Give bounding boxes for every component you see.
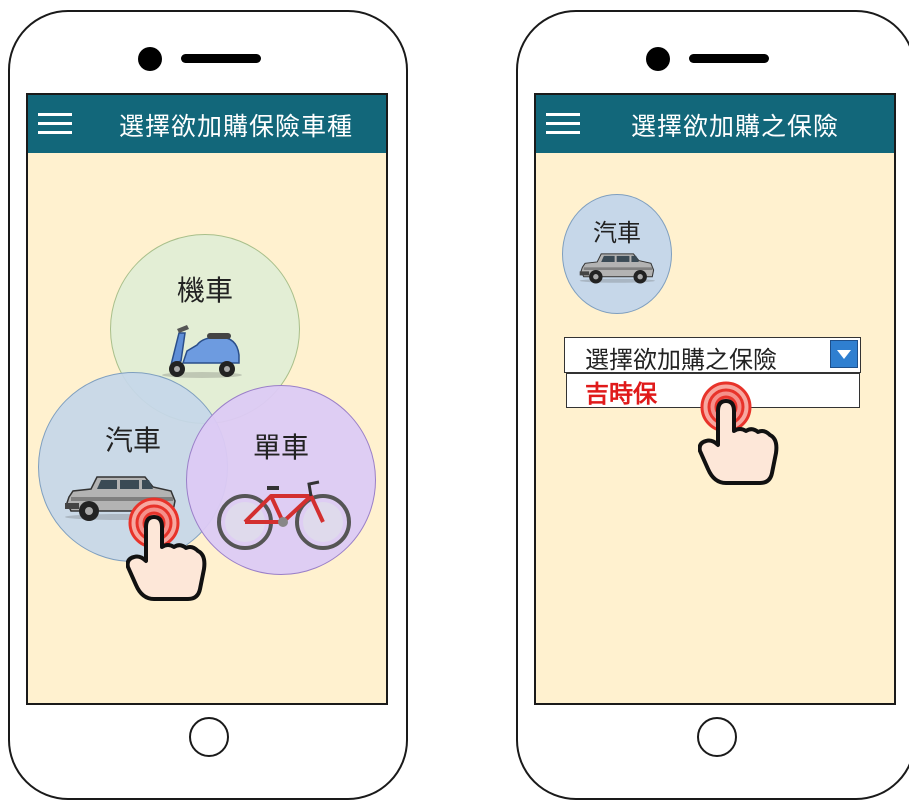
insurance-dropdown[interactable]: 選擇欲加購之保險 (564, 337, 861, 374)
tap-pointer-icon (698, 381, 779, 485)
bicycle-icon (217, 480, 351, 550)
selected-vehicle-label: 汽車 (593, 219, 641, 247)
car-icon (579, 253, 656, 284)
dropdown-placeholder: 選擇欲加購之保險 (585, 346, 777, 374)
page-title: 選擇欲加購保險車種 (118, 112, 353, 141)
chevron-down-icon (837, 350, 851, 359)
app-bar: 選擇欲加購保險車種 (28, 95, 386, 153)
speaker-slot (181, 54, 261, 63)
tap-pointer-icon (126, 497, 207, 601)
insurance-select-screen: 選擇欲加購之保險 汽車 選擇欲加購之保險 吉時保 (534, 93, 896, 705)
front-camera (646, 47, 670, 71)
phone-frame-left: 選擇欲加購保險車種 機車 汽車 單車 (8, 10, 408, 800)
selected-vehicle-car: 汽車 (562, 194, 672, 314)
vehicle-select-screen: 選擇欲加購保險車種 機車 汽車 單車 (26, 93, 388, 705)
home-button[interactable] (189, 717, 229, 757)
speaker-slot (689, 54, 769, 63)
scooter-icon (162, 325, 242, 378)
option-label: 單車 (252, 431, 309, 464)
vehicle-option-bicycle[interactable]: 單車 (186, 385, 376, 575)
phone-frame-right: 選擇欲加購之保險 汽車 選擇欲加購之保險 吉時保 (516, 10, 909, 800)
option-label: 機車 (176, 274, 233, 307)
app-bar: 選擇欲加購之保險 (536, 95, 894, 153)
page-title: 選擇欲加購之保險 (630, 112, 839, 141)
front-camera (138, 47, 162, 71)
home-button[interactable] (697, 717, 737, 757)
dropdown-option-jishibao[interactable]: 吉時保 (585, 374, 657, 409)
dropdown-toggle-button[interactable] (830, 340, 858, 368)
